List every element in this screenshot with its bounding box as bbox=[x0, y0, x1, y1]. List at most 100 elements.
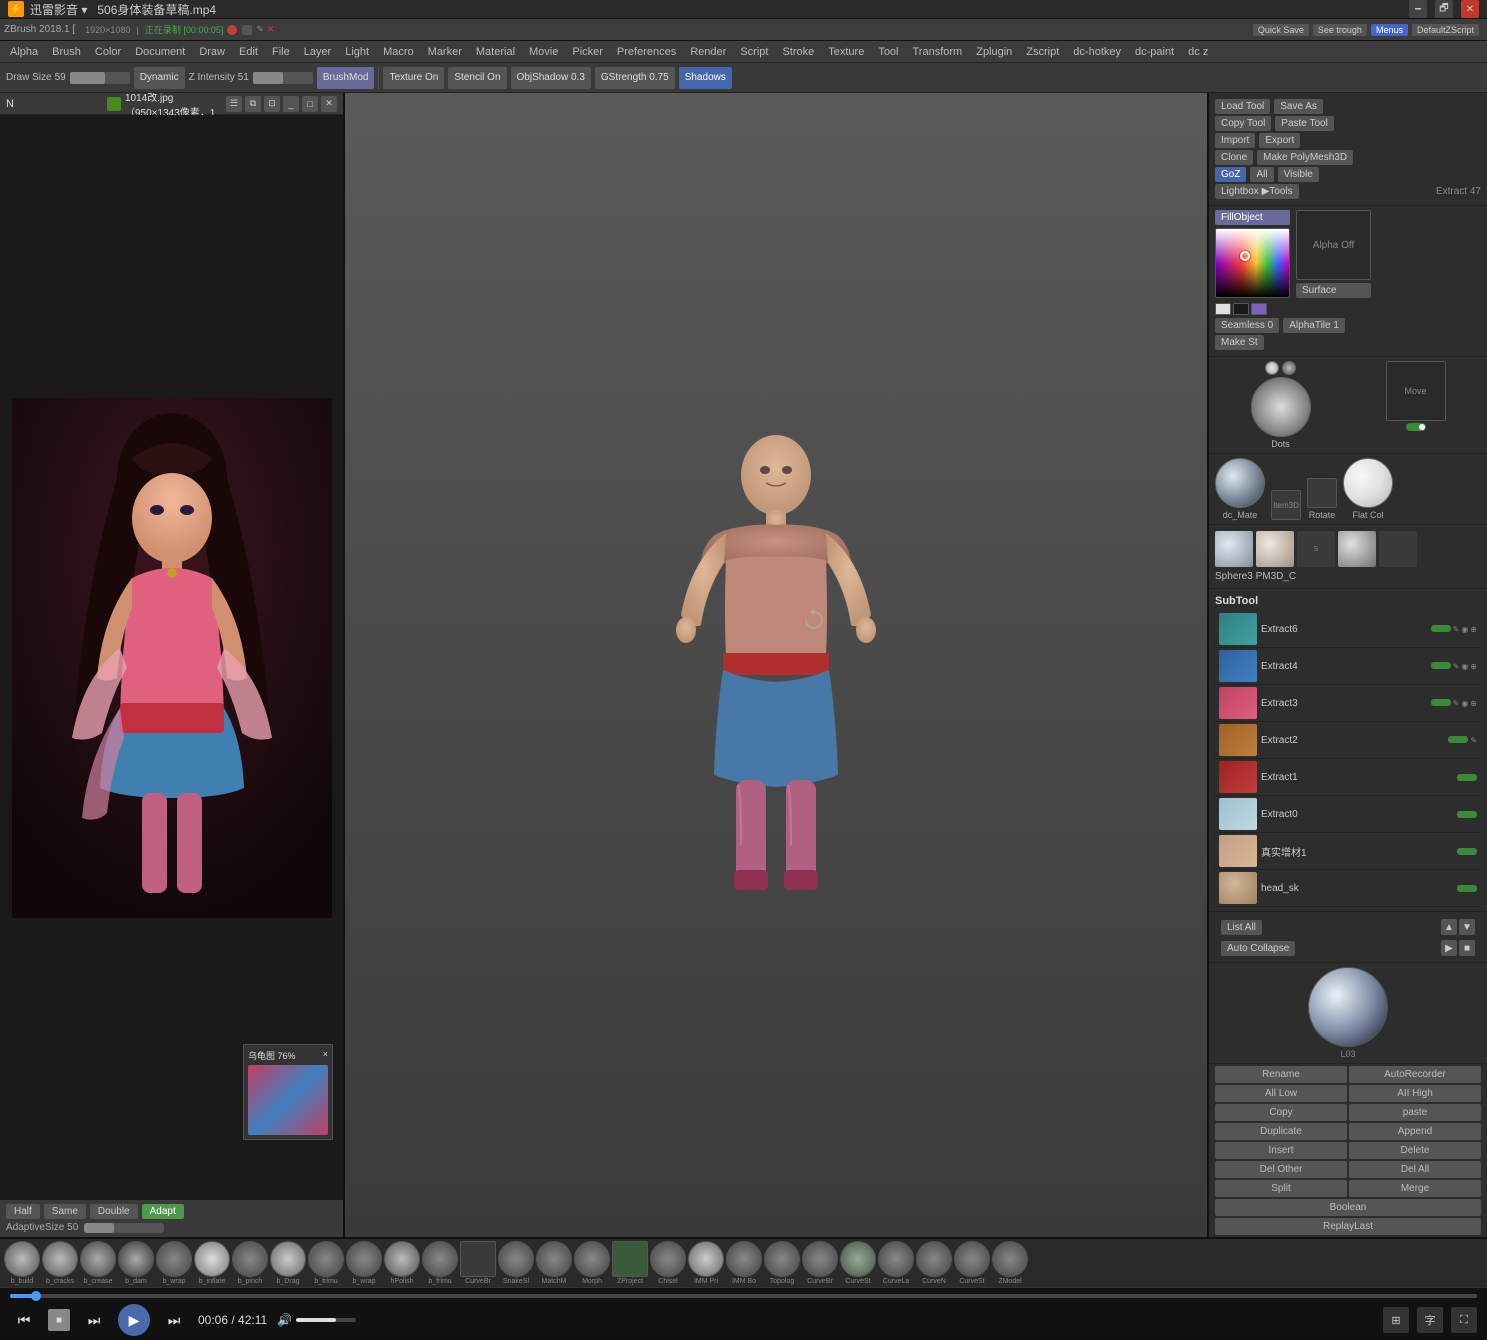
color-picker-area[interactable] bbox=[1215, 228, 1290, 298]
brush-matchm-ball[interactable] bbox=[536, 1241, 572, 1277]
e1-toggle[interactable] bbox=[1457, 774, 1477, 781]
copy-btn[interactable]: Copy bbox=[1215, 1104, 1347, 1121]
half-btn[interactable]: Half bbox=[6, 1204, 40, 1219]
brush-curvela-ball[interactable] bbox=[878, 1241, 914, 1277]
l03-sphere[interactable] bbox=[1308, 967, 1388, 1047]
brush-imm-bo-ball[interactable] bbox=[726, 1241, 762, 1277]
brush-imm-pri-ball[interactable] bbox=[688, 1241, 724, 1277]
texture-on-btn[interactable]: Texture On bbox=[383, 67, 444, 89]
goz-btn[interactable]: GoZ bbox=[1215, 167, 1246, 182]
auto-down-btn[interactable]: ■ bbox=[1459, 940, 1475, 956]
load-tool-btn[interactable]: Load Tool bbox=[1215, 99, 1270, 114]
merge-btn[interactable]: Merge bbox=[1349, 1180, 1481, 1197]
swatch-purple[interactable] bbox=[1251, 303, 1267, 315]
same-btn[interactable]: Same bbox=[44, 1204, 86, 1219]
visible-btn[interactable]: Visible bbox=[1278, 167, 1319, 182]
see-through-btn[interactable]: See trough bbox=[1313, 24, 1367, 36]
copy-tool-btn[interactable]: Copy Tool bbox=[1215, 116, 1271, 131]
swatch-white[interactable] bbox=[1215, 303, 1231, 315]
lp-close-btn[interactable]: ✕ bbox=[321, 96, 337, 112]
brush-curven-ball[interactable] bbox=[916, 1241, 952, 1277]
brush-b-wrap2-ball[interactable] bbox=[346, 1241, 382, 1277]
rotate-small-btn[interactable] bbox=[1307, 478, 1337, 508]
double-btn[interactable]: Double bbox=[90, 1204, 138, 1219]
alpha-tile-btn[interactable]: AlphaTile 1 bbox=[1283, 318, 1345, 333]
brush-curvebr2-ball[interactable] bbox=[802, 1241, 838, 1277]
brush-b-cracks-ball[interactable] bbox=[42, 1241, 78, 1277]
subtool-item-extract1[interactable]: Extract1 bbox=[1215, 759, 1481, 796]
list-down-btn[interactable]: ▼ bbox=[1459, 919, 1475, 935]
g-strength-btn[interactable]: GStrength 0.75 bbox=[595, 67, 675, 89]
subtool-item-head[interactable]: head_sk bbox=[1215, 870, 1481, 907]
alpha-off-box[interactable]: Alpha Off bbox=[1296, 210, 1371, 280]
del-all-btn[interactable]: Del All bbox=[1349, 1161, 1481, 1178]
draw-size-control[interactable]: Draw Size 59 bbox=[6, 72, 66, 83]
menu-file[interactable]: File bbox=[266, 42, 296, 62]
brush-snakesl-ball[interactable] bbox=[498, 1241, 534, 1277]
close-btn[interactable]: ✕ bbox=[1461, 0, 1479, 18]
skip-prev-btn[interactable]: ⏭ bbox=[80, 1306, 108, 1334]
menu-transform[interactable]: Transform bbox=[907, 42, 969, 62]
e6-icon1[interactable]: ✎ bbox=[1453, 625, 1460, 634]
sphere3d-thumb[interactable] bbox=[1215, 531, 1253, 567]
subtool-item-extract4[interactable]: Extract4 ✎ ◉ ⊕ bbox=[1215, 648, 1481, 685]
cylinder-thumb[interactable] bbox=[1256, 531, 1294, 567]
brush-chisel-ball[interactable] bbox=[650, 1241, 686, 1277]
auto-collapse-btn[interactable]: Auto Collapse bbox=[1221, 941, 1295, 956]
e3-toggle[interactable] bbox=[1431, 699, 1451, 706]
replay-last-btn[interactable]: ReplayLast bbox=[1215, 1218, 1481, 1235]
extract4-thumb[interactable] bbox=[1379, 531, 1417, 567]
export-btn[interactable]: Export bbox=[1259, 133, 1300, 148]
simple-b-thumb[interactable] bbox=[1338, 531, 1376, 567]
thumb-close[interactable]: × bbox=[323, 1049, 328, 1062]
e6-toggle[interactable] bbox=[1431, 625, 1451, 632]
default-zscript-btn[interactable]: DefaultZScript bbox=[1412, 24, 1479, 36]
menu-edit[interactable]: Edit bbox=[233, 42, 264, 62]
shadows-btn[interactable]: Shadows bbox=[679, 67, 732, 89]
menu-dc-hotkey[interactable]: dc-hotkey bbox=[1067, 42, 1127, 62]
e4-toggle[interactable] bbox=[1431, 662, 1451, 669]
menu-picker[interactable]: Picker bbox=[566, 42, 609, 62]
obj-shadow-btn[interactable]: ObjShadow 0.3 bbox=[511, 67, 591, 89]
progress-bar[interactable] bbox=[10, 1294, 1477, 1298]
menu-draw[interactable]: Draw bbox=[193, 42, 231, 62]
lp-menu-btn[interactable]: ☰ bbox=[226, 96, 242, 112]
menu-document[interactable]: Document bbox=[129, 42, 191, 62]
menu-script[interactable]: Script bbox=[734, 42, 774, 62]
stop-btn[interactable]: ■ bbox=[48, 1309, 70, 1331]
paste-btn[interactable]: paste bbox=[1349, 1104, 1481, 1121]
seamless-btn[interactable]: Seamless 0 bbox=[1215, 318, 1279, 333]
subtitle-btn[interactable]: 字 bbox=[1417, 1307, 1443, 1333]
e6-icon3[interactable]: ⊕ bbox=[1470, 625, 1477, 634]
all-btn[interactable]: All bbox=[1250, 167, 1273, 182]
all-high-btn[interactable]: AII High bbox=[1349, 1085, 1481, 1102]
menu-tool[interactable]: Tool bbox=[872, 42, 904, 62]
duplicate-btn[interactable]: Duplicate bbox=[1215, 1123, 1347, 1140]
dots-brush-1[interactable] bbox=[1265, 361, 1279, 375]
append-btn[interactable]: Append bbox=[1349, 1123, 1481, 1140]
dots-brush-2[interactable] bbox=[1282, 361, 1296, 375]
prev-btn[interactable]: ⏮ bbox=[10, 1306, 38, 1334]
z-intensity-slider[interactable] bbox=[253, 72, 313, 84]
brush-b-pinch-ball[interactable] bbox=[232, 1241, 268, 1277]
del-other-btn[interactable]: Del Other bbox=[1215, 1161, 1347, 1178]
menu-layer[interactable]: Layer bbox=[298, 42, 338, 62]
brush-b-drag-ball[interactable] bbox=[270, 1241, 306, 1277]
menu-alpha[interactable]: Alpha bbox=[4, 42, 44, 62]
list-all-btn[interactable]: List All bbox=[1221, 920, 1262, 935]
dots-large-brush[interactable] bbox=[1251, 377, 1311, 437]
menu-stroke[interactable]: Stroke bbox=[776, 42, 820, 62]
swatch-black[interactable] bbox=[1233, 303, 1249, 315]
menu-preferences[interactable]: Preferences bbox=[611, 42, 682, 62]
subtool-item-extract0[interactable]: Extract0 bbox=[1215, 796, 1481, 833]
adaptive-slider[interactable] bbox=[84, 1223, 164, 1233]
brush-b-crease-ball[interactable] bbox=[80, 1241, 116, 1277]
volume-slider[interactable] bbox=[296, 1318, 356, 1322]
minimize-btn[interactable]: 🗕 bbox=[1409, 0, 1427, 18]
save-as-btn[interactable]: Save As bbox=[1274, 99, 1323, 114]
screen-mode-btn[interactable]: ⊞ bbox=[1383, 1307, 1409, 1333]
rename-btn[interactable]: Rename bbox=[1215, 1066, 1347, 1083]
boolean-btn[interactable]: Boolean bbox=[1215, 1199, 1481, 1216]
subtool-item-extract6[interactable]: Extract6 ✎ ◉ ⊕ bbox=[1215, 611, 1481, 648]
all-low-btn[interactable]: All Low bbox=[1215, 1085, 1347, 1102]
